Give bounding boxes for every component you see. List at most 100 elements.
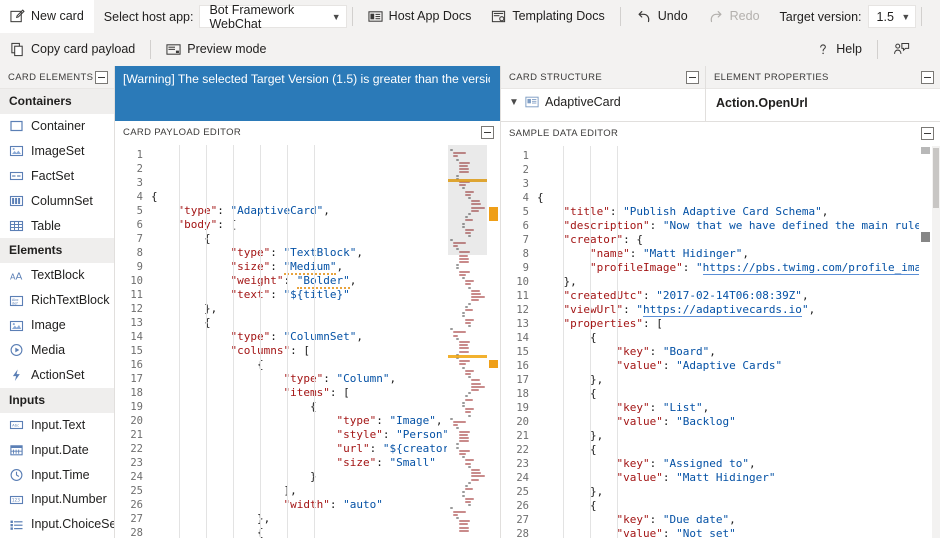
minimap-line (468, 286, 471, 289)
minimap-line (462, 405, 465, 407)
code-line: "size": "Medium", (230, 260, 344, 275)
preview-mode-button[interactable]: Preview mode (156, 33, 276, 66)
host-app-docs-label: Host App Docs (388, 9, 472, 24)
card-elements-list[interactable]: Containers Container ImageSet FactSet Column… (0, 89, 114, 538)
code-line: { (590, 387, 597, 400)
collapse-element-properties-button[interactable] (921, 70, 934, 84)
payload-line-numbers: 1 2 3 4 5 6 7 8 9 10 11 12 13 14 15 16 17 18 19 20 21 22 23 24 2… (115, 145, 149, 538)
svg-text:Abc: Abc (12, 423, 19, 428)
feedback-button[interactable] (883, 33, 920, 66)
host-app-select[interactable]: Bot Framework WebChat ▼ (199, 2, 347, 31)
sidebar-item-table[interactable]: Table (0, 214, 114, 239)
code-line: "type": "Image", (336, 414, 443, 427)
payload-code-text[interactable]: { "type": "AdaptiveCard", "body": [ { "t… (149, 145, 447, 538)
main-body: CARD ELEMENTS Containers Container ImageSe… (0, 66, 940, 538)
minimap-line (471, 469, 480, 471)
minimap-line (459, 341, 470, 343)
adaptive-card-icon (525, 96, 539, 108)
sidebar-item-label: RichTextBlock (31, 293, 110, 308)
new-card-icon (10, 9, 25, 24)
code-line: { (257, 526, 264, 538)
redo-button[interactable]: Redo (698, 0, 770, 33)
sample-vertical-scrollbar[interactable] (919, 146, 932, 538)
input-date-icon (9, 443, 24, 457)
new-card-button[interactable]: New card (0, 0, 94, 33)
undo-button[interactable]: Undo (626, 0, 698, 33)
minimap-line (462, 315, 465, 318)
sample-data-code-text[interactable]: { "title": "Publish Adaptive Card Schema… (535, 146, 919, 538)
target-version-select[interactable]: 1.5 ▼ (867, 5, 917, 28)
redo-label: Redo (729, 9, 760, 24)
sidebar-group-elements: Elements (0, 238, 114, 264)
minimap-line (471, 389, 480, 391)
code-line: }, (590, 485, 604, 498)
minimap-line (468, 414, 471, 417)
sidebar-item-factset[interactable]: FactSet (0, 164, 114, 189)
minimap-line (456, 337, 459, 340)
sidebar-group-inputs: Inputs (0, 387, 114, 413)
sidebar-item-input-date[interactable]: Input.Date (0, 438, 114, 463)
collapse-payload-editor-button[interactable] (481, 126, 494, 139)
minimap-line (471, 478, 480, 481)
sample-outer-scroll-thumb[interactable] (933, 148, 939, 208)
sidebar-item-input-time[interactable]: Input.Time (0, 463, 114, 488)
code-line: "description": "Now that we have defined… (563, 219, 920, 232)
sidebar-item-columnset[interactable]: ColumnSet (0, 189, 114, 214)
host-app-value: Bot Framework WebChat (209, 2, 295, 31)
minimap-line (456, 446, 459, 449)
sample-data-editor-title: SAMPLE DATA EDITOR (509, 128, 619, 139)
input-time-icon (9, 468, 24, 482)
card-elements-sidebar: CARD ELEMENTS Containers Container ImageSe… (0, 66, 115, 538)
payload-vertical-scrollbar[interactable] (487, 145, 500, 538)
element-properties-title: Action.OpenUrl (716, 96, 808, 110)
minimap-line (465, 497, 475, 500)
minimap-line (468, 481, 471, 484)
card-structure-root-row[interactable]: ▼ AdaptiveCard (501, 89, 705, 109)
templating-docs-button[interactable]: Templating Docs (481, 0, 614, 33)
toolbar-divider (351, 7, 353, 26)
minimap-line (456, 267, 459, 270)
minimap-line (468, 392, 471, 395)
minimap-line (468, 376, 471, 379)
sidebar-item-input-text[interactable]: Abc Input.Text (0, 413, 114, 438)
chevron-down-icon: ▼ (331, 11, 341, 22)
payload-minimap[interactable] (447, 145, 487, 538)
collapse-card-structure-button[interactable] (686, 70, 699, 84)
code-line: "value": "Matt Hidinger" (616, 471, 776, 484)
image-icon (9, 319, 24, 333)
sample-line-numbers: 1 2 3 4 5 6 7 8 9 10 11 12 13 14 15 16 17 18 19 20 21 22 23 24 2… (501, 146, 535, 538)
copy-card-payload-button[interactable]: Copy card payload (0, 33, 145, 66)
sidebar-item-image[interactable]: Image (0, 313, 114, 338)
sample-data-code-area[interactable]: 1 2 3 4 5 6 7 8 9 10 11 12 13 14 15 16 17 18 19 20 21 22 23 24 2… (501, 145, 940, 538)
sidebar-item-media[interactable]: Media (0, 338, 114, 363)
minimap-line (459, 526, 470, 529)
right-top-panels: CARD STRUCTURE ▼ AdaptiveCard ELEMENT PR… (501, 66, 940, 121)
sidebar-item-input-number[interactable]: 123 Input.Number (0, 487, 114, 512)
sidebar-item-input-choiceset[interactable]: Input.ChoiceSet (0, 512, 114, 537)
minimap-line (459, 520, 470, 523)
chevron-down-icon-tree[interactable]: ▼ (509, 97, 519, 108)
sidebar-item-label: Input.Number (31, 492, 107, 507)
sidebar-item-container[interactable]: Container (0, 114, 114, 139)
minimap-line (450, 507, 453, 510)
toolbar-divider-3 (921, 7, 923, 26)
card-elements-header-label: CARD ELEMENTS (8, 71, 94, 83)
code-line: { (590, 499, 597, 512)
help-button[interactable]: Help (806, 33, 872, 66)
host-app-docs-button[interactable]: Host App Docs (358, 0, 482, 33)
sidebar-item-textblock[interactable]: A A TextBlock (0, 263, 114, 288)
sidebar-item-actionset[interactable]: ActionSet (0, 363, 114, 388)
sidebar-item-richtextblock[interactable]: Abc def RichTextBlock (0, 288, 114, 313)
code-line: { (204, 232, 211, 245)
minimap-viewport-slider[interactable] (448, 145, 487, 255)
collapse-sample-data-button[interactable] (921, 127, 934, 140)
minimap-line (459, 273, 466, 276)
card-payload-code-area[interactable]: 1 2 3 4 5 6 7 8 9 10 11 12 13 14 15 16 17 18 19 20 21 22 23 24 2… (115, 144, 500, 538)
undo-icon (636, 9, 652, 25)
collapse-card-elements-button[interactable] (95, 70, 108, 84)
minimap-line (453, 334, 458, 337)
code-line: "width": "auto" (283, 498, 383, 511)
sidebar-item-imageset[interactable]: ImageSet (0, 139, 114, 164)
card-payload-editor-title: CARD PAYLOAD EDITOR (123, 127, 242, 138)
sample-outer-scrollbar[interactable] (932, 146, 940, 538)
